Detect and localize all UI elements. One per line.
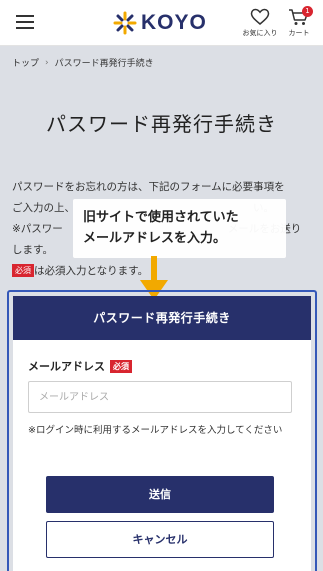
breadcrumb-separator: ›: [45, 57, 49, 68]
annotation-tooltip: 旧サイトで使用されていた メールアドレスを入力。: [73, 199, 286, 258]
koyo-logo[interactable]: KOYO: [112, 9, 207, 37]
page-title: パスワード再発行手続き: [46, 112, 277, 136]
site-header: KOYO お気に入り 1 カート: [0, 0, 323, 46]
menu-icon[interactable]: [16, 15, 34, 30]
tooltip-line-1: 旧サイトで使用されていた: [83, 210, 239, 225]
form-header: パスワード再発行手続き: [13, 296, 311, 340]
cart-button[interactable]: 1 カート: [279, 6, 319, 42]
tooltip-line-2: メールアドレスを入力。: [83, 231, 227, 246]
intro-line-5: 必須 は必須入力となります。: [12, 261, 312, 282]
required-badge: 必須: [110, 359, 132, 373]
email-label: メールアドレス 必須: [28, 358, 132, 374]
breadcrumb-top-link[interactable]: トップ: [12, 56, 39, 69]
email-note: ※ログイン時に利用するメールアドレスを入力してください: [28, 425, 283, 436]
password-reset-form: パスワード再発行手続き メールアドレス 必須 ※ログイン時に利用するメールアドレ…: [13, 296, 311, 571]
email-input[interactable]: [28, 381, 292, 413]
cancel-button[interactable]: キャンセル: [46, 521, 274, 558]
favorites-label: お気に入り: [242, 29, 278, 37]
annotation-arrow-shaft: [151, 256, 157, 282]
heart-icon: [250, 8, 270, 25]
cart-count-badge: 1: [302, 6, 313, 17]
breadcrumb-current: パスワード再発行手続き: [54, 59, 154, 69]
submit-button[interactable]: 送信: [46, 476, 274, 513]
favorites-button[interactable]: お気に入り: [240, 8, 280, 42]
logo-text: KOYO: [141, 11, 207, 34]
logo-star-icon: [113, 11, 137, 35]
cart-label: カート: [288, 29, 310, 37]
intro-line-1: パスワードをお忘れの方は、下記のフォームに必要事項を: [12, 181, 285, 193]
required-badge: 必須: [12, 264, 34, 277]
breadcrumb: トップ › パスワード再発行手続き: [12, 56, 154, 70]
